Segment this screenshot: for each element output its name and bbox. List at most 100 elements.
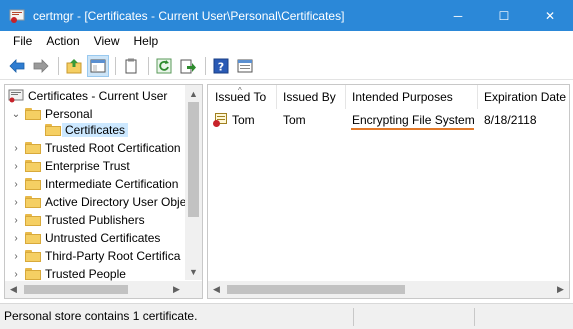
column-header-issued-to[interactable]: ^ Issued To: [208, 85, 276, 109]
close-icon: ✕: [544, 8, 556, 23]
scroll-thumb[interactable]: [24, 285, 128, 294]
chevron-right-icon[interactable]: ›: [10, 214, 22, 226]
certificate-list[interactable]: ^ Issued To Issued By Intended Purposes …: [207, 84, 570, 299]
chevron-right-icon[interactable]: ›: [10, 232, 22, 244]
certmgr-icon: [9, 8, 25, 24]
tree-item-label: Trusted People: [45, 267, 126, 281]
folder-icon: [25, 196, 41, 208]
console-tree[interactable]: Certificates - Current User ⌄ Personal C…: [4, 84, 203, 299]
scroll-left-icon[interactable]: ◀: [208, 281, 225, 298]
tree-item-active-directory[interactable]: › Active Directory User Obje: [10, 193, 186, 211]
chevron-right-icon[interactable]: ›: [10, 160, 22, 172]
up-one-level-button[interactable]: [63, 55, 85, 77]
menu-action[interactable]: Action: [39, 31, 86, 52]
tree-item-certificates[interactable]: Certificates: [45, 121, 129, 139]
sort-ascending-icon: ^: [238, 86, 242, 95]
column-header-issued-by[interactable]: Issued By: [276, 85, 345, 109]
scroll-right-icon[interactable]: ▶: [168, 281, 185, 298]
help-button[interactable]: ?: [210, 55, 232, 77]
folder-icon: [25, 108, 41, 120]
status-text: Personal store contains 1 certificate.: [4, 309, 198, 323]
close-button[interactable]: ✕: [527, 0, 573, 31]
folder-icon: [25, 178, 41, 190]
console-view-button[interactable]: [234, 55, 256, 77]
tree-item-label: Trusted Root Certification: [45, 141, 181, 155]
tree-item-untrusted[interactable]: › Untrusted Certificates: [10, 229, 160, 247]
list-horizontal-scrollbar[interactable]: ◀ ▶: [208, 281, 569, 298]
toolbar-separator: [58, 56, 59, 75]
folder-icon: [25, 250, 41, 262]
maximize-button[interactable]: ☐: [481, 0, 527, 31]
menu-help[interactable]: Help: [127, 31, 166, 52]
column-header-label: Issued By: [283, 90, 336, 104]
menu-file[interactable]: File: [6, 31, 39, 52]
chevron-down-icon[interactable]: ⌄: [10, 108, 22, 120]
folder-icon: [25, 214, 41, 226]
menu-view[interactable]: View: [87, 31, 127, 52]
folder-icon: [25, 160, 41, 172]
show-hide-tree-button[interactable]: [87, 54, 109, 77]
folder-icon: [25, 232, 41, 244]
column-header-label: Intended Purposes: [352, 90, 453, 104]
column-header-label: Expiration Date: [484, 90, 567, 104]
cell-expiration-date: 8/18/2118: [484, 113, 537, 127]
scroll-right-icon[interactable]: ▶: [552, 281, 569, 298]
back-button[interactable]: [6, 55, 28, 77]
cell-intended-purposes: Encrypting File System: [352, 113, 475, 127]
tree-item-label: Trusted Publishers: [45, 213, 145, 227]
menu-bar: File Action View Help: [0, 31, 573, 52]
tree-item-label: Certificates: [62, 123, 129, 137]
export-list-button[interactable]: [177, 55, 199, 77]
column-header-intended-purposes[interactable]: Intended Purposes: [345, 85, 477, 109]
forward-button[interactable]: [30, 55, 52, 77]
tree-item-enterprise-trust[interactable]: › Enterprise Trust: [10, 157, 129, 175]
chevron-right-icon[interactable]: ›: [10, 142, 22, 154]
tree-item-third-party-root[interactable]: › Third-Party Root Certifica: [10, 247, 180, 265]
scroll-down-icon[interactable]: ▼: [185, 263, 202, 280]
minimize-icon: ─: [453, 8, 463, 23]
tree-vertical-scrollbar[interactable]: ▲ ▼: [185, 85, 202, 280]
tree-horizontal-scrollbar[interactable]: ◀ ▶: [5, 281, 202, 298]
chevron-right-icon[interactable]: ›: [10, 268, 22, 280]
tree-item-intermediate[interactable]: › Intermediate Certification: [10, 175, 178, 193]
folder-icon: [25, 142, 41, 154]
toolbar: ?: [0, 52, 573, 80]
refresh-icon: [156, 58, 172, 73]
tree-item-label: Personal: [45, 107, 93, 121]
certificate-store-icon: [8, 89, 24, 103]
purpose-highlight-underline: [351, 128, 474, 130]
tree-item-trusted-publishers[interactable]: › Trusted Publishers: [10, 211, 145, 229]
properties-button[interactable]: [120, 55, 142, 77]
scroll-up-icon[interactable]: ▲: [185, 85, 202, 102]
maximize-icon: ☐: [498, 8, 510, 23]
cell-issued-to[interactable]: Tom: [213, 111, 255, 129]
chevron-right-icon[interactable]: ›: [10, 196, 22, 208]
toolbar-separator: [148, 56, 149, 75]
cell-text: Tom: [232, 113, 255, 127]
tree-item-label: Certificates - Current User: [28, 89, 168, 103]
forward-arrow-icon: [33, 58, 49, 73]
minimize-button[interactable]: ─: [435, 0, 481, 31]
tree-item-root[interactable]: Certificates - Current User: [8, 87, 167, 105]
console-view-icon: [237, 59, 253, 72]
chevron-right-icon[interactable]: ›: [10, 178, 22, 190]
title-bar: certmgr - [Certificates - Current User\P…: [0, 0, 573, 31]
window-title: certmgr - [Certificates - Current User\P…: [33, 8, 345, 23]
status-divider: [474, 308, 475, 326]
help-icon: ?: [213, 58, 229, 73]
refresh-button[interactable]: [153, 55, 175, 77]
scroll-thumb[interactable]: [188, 102, 199, 217]
tree-item-trusted-root[interactable]: › Trusted Root Certification: [10, 139, 181, 157]
export-list-icon: [180, 59, 196, 73]
tree-item-label: Active Directory User Obje: [45, 195, 187, 209]
properties-icon: [125, 58, 137, 73]
scroll-left-icon[interactable]: ◀: [5, 281, 22, 298]
folder-icon: [25, 268, 41, 280]
chevron-right-icon[interactable]: ›: [10, 250, 22, 262]
scroll-thumb[interactable]: [227, 285, 405, 294]
tree-item-label: Third-Party Root Certifica: [45, 249, 181, 263]
folder-icon: [45, 124, 61, 136]
back-arrow-icon: [9, 58, 25, 73]
column-header-expiration-date[interactable]: Expiration Date: [477, 85, 569, 109]
show-hide-tree-icon: [90, 59, 106, 72]
